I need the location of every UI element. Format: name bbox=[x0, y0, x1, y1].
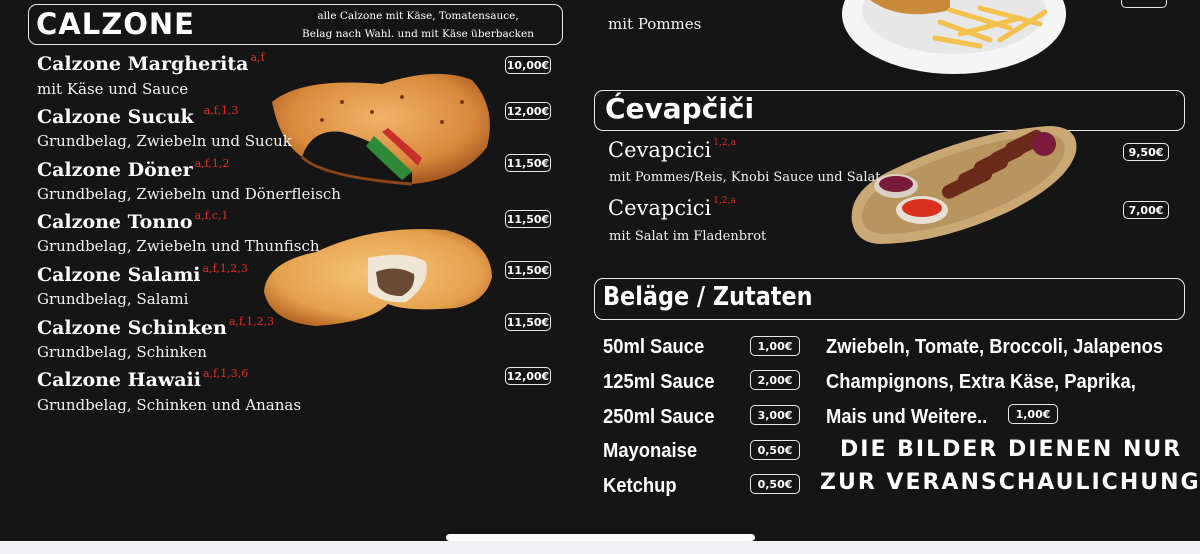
price-badge: 0,50€ bbox=[750, 474, 800, 494]
price-badge: 11,50€ bbox=[505, 313, 551, 331]
allergen-codes: a,f,1,2,3 bbox=[228, 315, 275, 328]
disclaimer-line: DIE BILDER DIENEN NUR bbox=[840, 437, 1183, 462]
allergen-codes: 1,2,a bbox=[713, 196, 736, 206]
allergen-codes: a,f,1,3 bbox=[203, 104, 239, 117]
price-badge: 3,00€ bbox=[750, 405, 800, 425]
calzone-item-name: Calzone Salami a,f,1,2,3 bbox=[37, 262, 248, 286]
topping-name: 250ml Sauce bbox=[603, 406, 715, 428]
price-badge: 9,50€ bbox=[1123, 143, 1169, 161]
allergen-codes: 1,2,a bbox=[713, 138, 736, 148]
schnitzel-plate-image bbox=[842, 0, 1066, 74]
cevapcici-item-name: Cevapcici 1,2,a bbox=[608, 138, 736, 162]
cevapcici-item-desc: mit Pommes/Reis, Knobi Sauce und Salat bbox=[609, 170, 881, 185]
bottom-bar bbox=[0, 541, 1200, 554]
cevapcici-plate-image bbox=[851, 126, 1077, 244]
price-badge: 2,00€ bbox=[750, 370, 800, 390]
allergen-codes: a,f,1,2,3 bbox=[202, 262, 248, 275]
ingredients-line: Zwiebeln, Tomate, Broccoli, Jalapenos bbox=[826, 336, 1164, 358]
topping-name: 50ml Sauce bbox=[603, 336, 705, 358]
calzone-note-line1: alle Calzone mit Käse, Tomatensauce, bbox=[317, 10, 519, 22]
topping-name: Ketchup bbox=[603, 475, 677, 497]
calzone-item-desc: Grundbelag, Schinken und Ananas bbox=[37, 396, 302, 414]
schnitzel-desc: mit Pommes bbox=[608, 15, 702, 33]
calzone-item-name: Calzone Sucuk a,f,1,3 bbox=[37, 104, 239, 128]
calzone-title: CALZONE bbox=[36, 7, 195, 41]
calzone-note-line2: Belag nach Wahl. und mit Käse überbacken bbox=[302, 28, 534, 40]
price-badge: 12,00€ bbox=[505, 102, 551, 120]
allergen-codes: a,f,c,1 bbox=[194, 209, 229, 222]
price-badge: 11,50€ bbox=[505, 210, 551, 228]
calzone-image-top bbox=[272, 73, 490, 186]
ingredients-line: Mais und Weitere.. bbox=[826, 406, 988, 428]
allergen-codes: a,f bbox=[250, 51, 265, 64]
calzone-item-name: Calzone Hawaii a,f,1,3,6 bbox=[37, 367, 249, 391]
price-badge: 11,50€ bbox=[505, 261, 551, 279]
cevapcici-title: Ćevapčiči bbox=[605, 92, 755, 125]
home-indicator[interactable] bbox=[446, 534, 755, 541]
calzone-item-desc: Grundbelag, Zwiebeln und Thunfisch bbox=[37, 237, 320, 255]
calzone-item-name: Calzone Margherita a,f bbox=[37, 51, 265, 75]
ingredients-line: Champignons, Extra Käse, Paprika, bbox=[826, 371, 1136, 393]
price-badge: 11,50€ bbox=[505, 154, 551, 172]
calzone-item-desc: Grundbelag, Salami bbox=[37, 290, 189, 308]
topping-name: Mayonaise bbox=[603, 440, 698, 462]
topping-name: 125ml Sauce bbox=[603, 371, 715, 393]
price-badge: 1,00€ bbox=[1008, 404, 1058, 424]
price-badge: 12,00€ bbox=[505, 367, 551, 385]
allergen-codes: a,f,1,2 bbox=[194, 157, 230, 170]
price-badge: 0,50€ bbox=[750, 440, 800, 460]
cevapcici-item-name: Cevapcici 1,2,a bbox=[608, 196, 736, 220]
belaege-title: Beläge / Zutaten bbox=[603, 282, 813, 312]
price-badge: 10,00€ bbox=[505, 56, 551, 74]
calzone-item-name: Calzone Schinken a,f,1,2,3 bbox=[37, 315, 275, 339]
cevapcici-item-desc: mit Salat im Fladenbrot bbox=[609, 229, 767, 244]
calzone-item-desc: Grundbelag, Zwiebeln und Sucuk bbox=[37, 132, 292, 150]
calzone-item-desc: Grundbelag, Zwiebeln und Dönerfleisch bbox=[37, 185, 341, 203]
calzone-item-desc: mit Käse und Sauce bbox=[37, 80, 189, 98]
price-badge: 7,00€ bbox=[1123, 201, 1169, 219]
schnitzel-price-badge-cropped bbox=[1121, 0, 1167, 8]
price-badge: 1,00€ bbox=[750, 336, 800, 356]
calzone-item-desc: Grundbelag, Schinken bbox=[37, 343, 207, 361]
calzone-item-name: Calzone Döner a,f,1,2 bbox=[37, 157, 230, 181]
calzone-item-name: Calzone Tonno a,f,c,1 bbox=[37, 209, 229, 233]
disclaimer-line: ZUR VERANSCHAULICHUNG bbox=[820, 470, 1200, 495]
allergen-codes: a,f,1,3,6 bbox=[203, 367, 249, 380]
